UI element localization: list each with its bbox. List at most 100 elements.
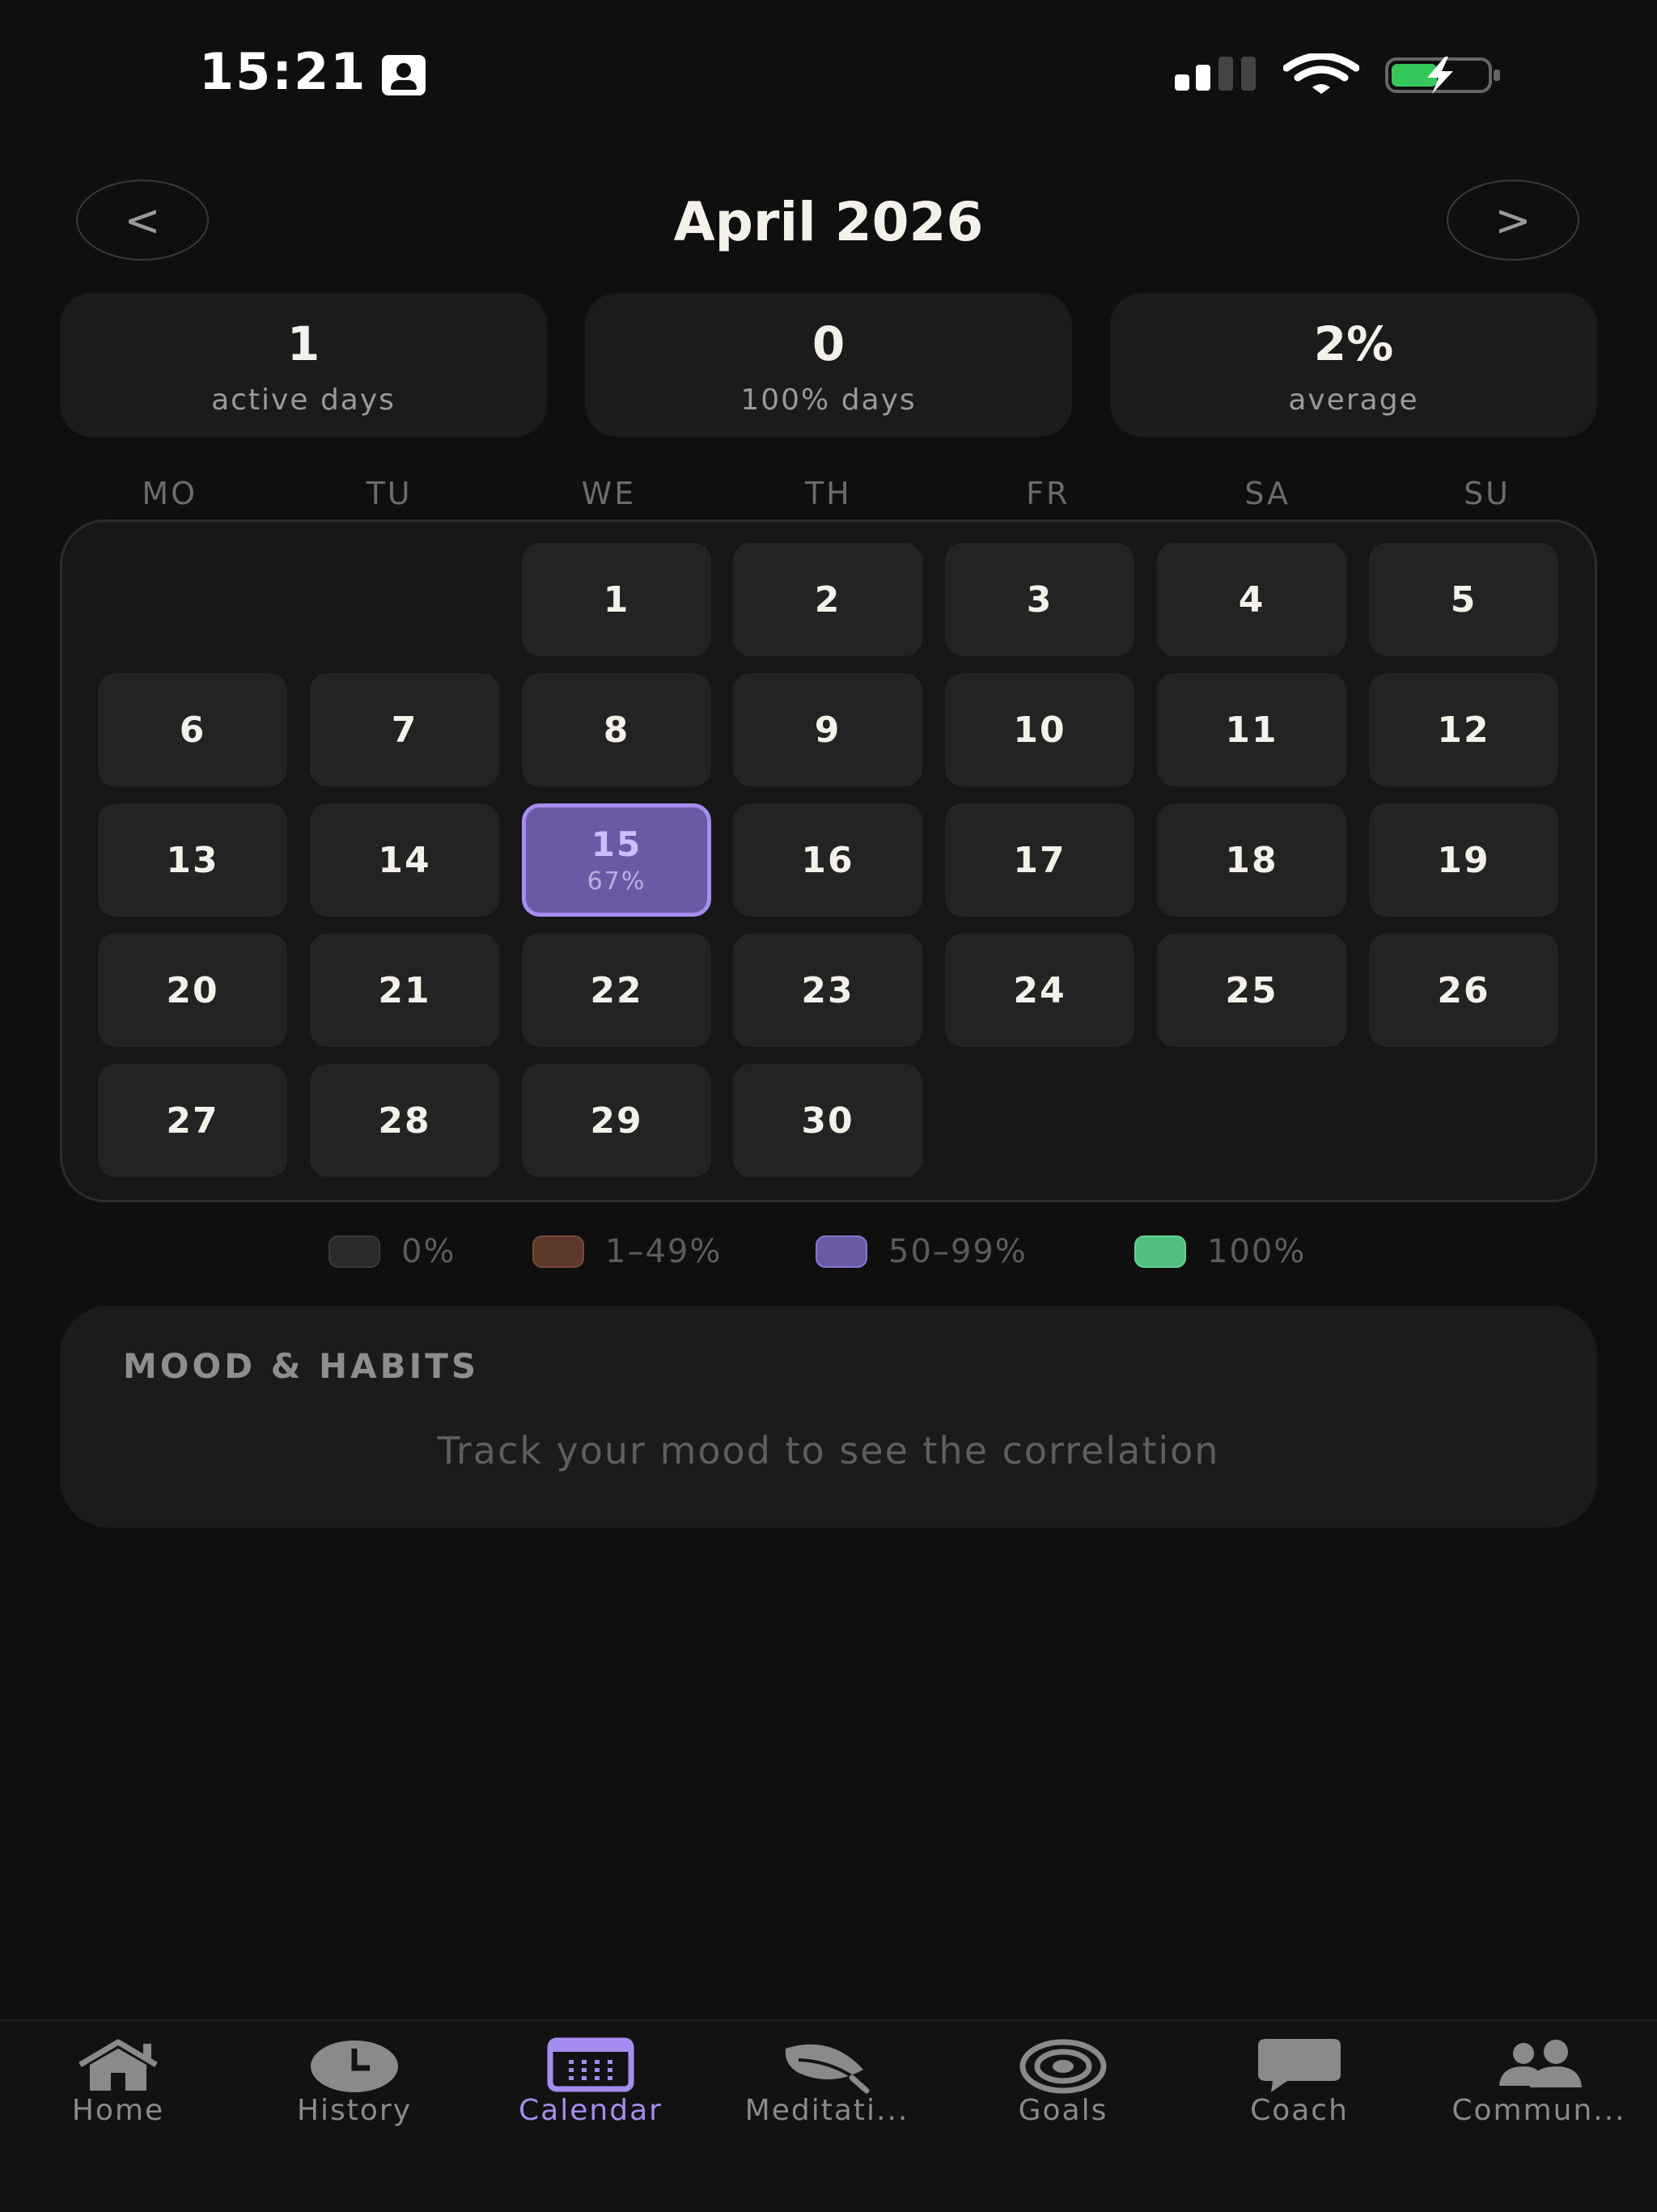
mood-habits-card: MOOD & HABITS Track your mood to see the…	[60, 1306, 1597, 1528]
tab-history[interactable]: History	[236, 2021, 473, 2212]
people-icon	[1499, 2040, 1582, 2087]
day-number: 13	[166, 839, 219, 881]
calendar-day[interactable]: 2	[733, 543, 922, 656]
day-number: 26	[1437, 969, 1490, 1011]
calendar-day-today[interactable]: 15 67%	[522, 803, 711, 917]
tab-label: Commun...	[1451, 2094, 1626, 2127]
leaf-icon	[785, 2044, 870, 2094]
calendar-day[interactable]: 10	[945, 673, 1134, 786]
day-number: 10	[1013, 709, 1066, 751]
weekday-label: TH	[804, 476, 852, 511]
calendar-day[interactable]: 22	[522, 934, 711, 1047]
calendar-day[interactable]: 13	[98, 803, 287, 917]
mood-habits-title: MOOD & HABITS	[123, 1346, 480, 1386]
calendar-day[interactable]: 26	[1369, 934, 1558, 1047]
status-time: 15:21	[199, 42, 367, 101]
day-number: 24	[1013, 969, 1066, 1011]
day-number: 6	[179, 709, 206, 751]
calendar-day[interactable]: 8	[522, 673, 711, 786]
tab-community[interactable]: Commun...	[1421, 2021, 1657, 2212]
day-number: 20	[166, 969, 219, 1011]
calendar-day[interactable]: 3	[945, 543, 1134, 656]
tab-label: Home	[71, 2094, 165, 2127]
calendar-day[interactable]: 6	[98, 673, 287, 786]
battery-charging-icon	[1385, 57, 1500, 94]
calendar-day[interactable]: 17	[945, 803, 1134, 917]
stat-value: 2%	[1313, 316, 1394, 371]
tab-home[interactable]: Home	[0, 2021, 236, 2212]
day-number: 18	[1225, 839, 1278, 881]
calendar-day[interactable]: 24	[945, 934, 1134, 1047]
tab-coach[interactable]: Coach	[1181, 2021, 1418, 2212]
calendar-day[interactable]: 18	[1157, 803, 1346, 917]
calendar-day[interactable]: 5	[1369, 543, 1558, 656]
legend-swatch	[532, 1235, 584, 1268]
clock-icon	[311, 2040, 398, 2092]
tab-label: Calendar	[519, 2094, 663, 2127]
weekday-label: SU	[1464, 476, 1511, 511]
day-number: 12	[1437, 709, 1490, 751]
legend-swatch	[1134, 1235, 1186, 1268]
calendar-icon	[547, 2037, 634, 2092]
day-number: 3	[1026, 578, 1053, 621]
weekday-header: MO TU WE TH FR SA SU	[60, 476, 1597, 511]
calendar-day[interactable]: 1	[522, 543, 711, 656]
day-number: 1	[603, 578, 630, 621]
status-bar: 15:21	[0, 0, 1657, 146]
weekday-label: SA	[1244, 476, 1291, 511]
calendar-grid: 1 2 3 4 5 6 7 8 9 10 11 12 13 14 15 67% 16 17 18 19 20 21 22 23…	[60, 519, 1597, 1202]
day-number: 23	[801, 969, 854, 1011]
stat-card-perfect-days: 0 100% days	[585, 293, 1072, 437]
legend-item: 0%	[328, 1233, 456, 1270]
day-number: 27	[166, 1100, 219, 1142]
stat-value: 1	[286, 316, 320, 371]
calendar-day[interactable]: 23	[733, 934, 922, 1047]
calendar-day[interactable]: 20	[98, 934, 287, 1047]
stat-label: active days	[211, 383, 396, 417]
tab-calendar[interactable]: Calendar	[473, 2021, 709, 2212]
weekday-label: MO	[142, 476, 198, 511]
calendar-day[interactable]: 28	[310, 1064, 499, 1177]
legend-label: 0%	[401, 1233, 456, 1270]
bottom-tab-bar: Home History Calendar Meditati... Goals …	[0, 2019, 1657, 2212]
stat-label: average	[1288, 383, 1419, 417]
calendar-day[interactable]: 12	[1369, 673, 1558, 786]
calendar-day[interactable]: 25	[1157, 934, 1346, 1047]
calendar-day[interactable]: 30	[733, 1064, 922, 1177]
calendar-day[interactable]: 7	[310, 673, 499, 786]
legend-item: 50–99%	[816, 1233, 1028, 1270]
calendar-day[interactable]: 11	[1157, 673, 1346, 786]
day-number: 2	[814, 578, 841, 621]
tab-label: Coach	[1250, 2094, 1349, 2127]
calendar-day[interactable]: 16	[733, 803, 922, 917]
calendar-day[interactable]: 27	[98, 1064, 287, 1177]
day-number: 22	[590, 969, 643, 1011]
day-number: 21	[378, 969, 431, 1011]
tab-label: Goals	[1018, 2094, 1108, 2127]
day-number: 17	[1013, 839, 1066, 881]
legend-label: 100%	[1207, 1233, 1307, 1270]
day-number: 30	[801, 1100, 854, 1142]
stat-value: 0	[812, 316, 845, 371]
day-number: 28	[378, 1100, 431, 1142]
calendar-day[interactable]: 19	[1369, 803, 1558, 917]
calendar-day[interactable]: 9	[733, 673, 922, 786]
calendar-day[interactable]: 29	[522, 1064, 711, 1177]
calendar-day[interactable]: 14	[310, 803, 499, 917]
day-number: 16	[801, 839, 854, 881]
tab-goals[interactable]: Goals	[945, 2021, 1181, 2212]
day-number: 11	[1225, 709, 1278, 751]
calendar-day[interactable]: 4	[1157, 543, 1346, 656]
legend-swatch	[816, 1235, 867, 1268]
tab-meditation[interactable]: Meditati...	[709, 2021, 945, 2212]
day-number: 29	[590, 1100, 643, 1142]
chat-bubble-icon	[1258, 2039, 1341, 2092]
legend-item: 100%	[1134, 1233, 1306, 1270]
day-completion-percent: 67%	[587, 867, 646, 896]
day-number: 14	[378, 839, 431, 881]
stat-label: 100% days	[740, 383, 917, 417]
calendar-day[interactable]: 21	[310, 934, 499, 1047]
tab-label: Meditati...	[744, 2094, 909, 2127]
next-month-button[interactable]: >	[1447, 180, 1579, 261]
cellular-signal-icon	[1175, 57, 1257, 94]
